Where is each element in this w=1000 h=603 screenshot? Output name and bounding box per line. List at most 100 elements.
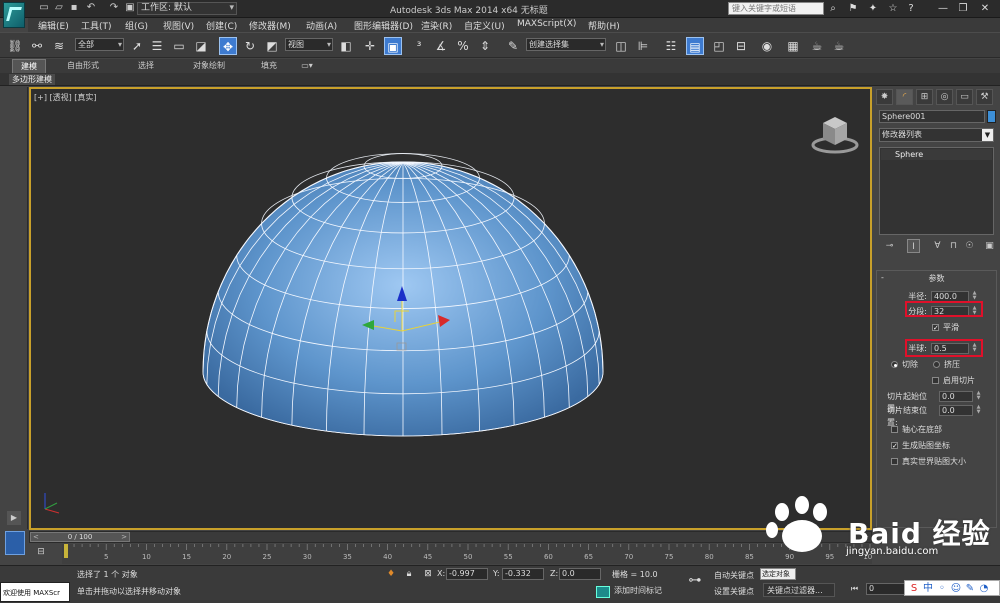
search-input[interactable]: 键入关键字或短语 [728, 2, 824, 15]
set-key-button[interactable]: 设置关键点 [714, 586, 754, 597]
open-file-icon[interactable]: ▱ [53, 2, 65, 14]
select-and-manipulate-icon[interactable]: ✛ [361, 37, 379, 55]
configure-modifier-sets-icon[interactable]: ▣ [983, 239, 996, 253]
make-unique-icon[interactable]: ∀ [931, 239, 944, 253]
menu-group[interactable]: 组(G) [125, 19, 148, 32]
tab-populate[interactable]: 填充 [254, 59, 284, 73]
workspace-dropdown[interactable]: 工作区: 默认 [137, 2, 237, 15]
squash-radio[interactable] [933, 361, 940, 368]
save-file-icon[interactable]: ▪ [68, 2, 80, 14]
menu-edit[interactable]: 编辑(E) [38, 19, 69, 32]
named-selection-sets-dropdown[interactable]: 创建选择集 [526, 38, 606, 51]
absolute-mode-icon[interactable]: ⊠ [422, 568, 434, 580]
ribbon-options-icon[interactable]: ▭▾ [298, 59, 316, 73]
select-and-rotate-icon[interactable]: ↻ [241, 37, 259, 55]
pin-stack-icon[interactable]: ⊸ [883, 239, 896, 253]
set-key-icon[interactable]: ⊶ [686, 572, 704, 590]
tab-object-paint[interactable]: 对象绘制 [184, 59, 234, 73]
slice-from-spinner-icon[interactable]: ▲ ▼ [975, 391, 982, 402]
use-pivot-center-icon[interactable]: ◧ [337, 37, 355, 55]
schematic-view-icon[interactable]: ⊟ [732, 37, 750, 55]
track-bar[interactable]: 5101520253035404550556065707580859095100 [62, 544, 872, 564]
time-slider-thumb[interactable]: < 0 / 100 > [30, 532, 130, 542]
smooth-checkbox[interactable]: ✓ [932, 324, 939, 332]
key-mode-dropdown[interactable]: 选定对象 [760, 568, 796, 580]
slider-right-arrow-icon[interactable]: > [121, 533, 127, 542]
tab-selection[interactable]: 选择 [128, 59, 164, 73]
motion-tab-icon[interactable]: ◎ [936, 89, 953, 105]
rendered-frame-window-icon[interactable]: ☕ [808, 37, 826, 55]
curve-editor-icon[interactable]: ◰ [710, 37, 728, 55]
display-tab-icon[interactable]: ▭ [956, 89, 973, 105]
viewport-label[interactable]: [+] [透视] [真实] [34, 92, 97, 103]
remove-modifier-icon[interactable]: ⊓ [947, 239, 960, 253]
angle-snap-icon[interactable]: ∡ [432, 37, 450, 55]
app-logo-icon[interactable] [3, 2, 25, 28]
hemisphere-mesh[interactable] [31, 89, 872, 530]
go-to-start-icon[interactable]: ⏮ [848, 583, 861, 595]
favorites-icon[interactable]: ☆ [886, 2, 900, 15]
unlink-icon[interactable]: ⚯ [28, 37, 46, 55]
close-icon[interactable]: ✕ [978, 2, 992, 15]
project-folder-icon[interactable]: ▣ [124, 2, 136, 14]
key-filters-button[interactable]: 关键点过滤器... [763, 583, 835, 597]
ime-logo-icon[interactable]: S [907, 581, 921, 597]
restore-icon[interactable]: ❐ [956, 2, 970, 15]
polygon-modeling-label[interactable]: 多边形建模 [9, 74, 55, 85]
add-time-tag[interactable]: 添加时间标记 [596, 584, 671, 598]
modify-tab-icon[interactable]: ◜ [896, 89, 913, 105]
communication-icon[interactable]: ✦ [866, 2, 880, 15]
edit-named-selection-icon[interactable]: ✎ [504, 37, 522, 55]
window-crossing-icon[interactable]: ◪ [192, 37, 210, 55]
ime-punctuation-icon[interactable]: ◦ [935, 581, 949, 597]
tab-modeling[interactable]: 建模 [12, 59, 46, 73]
gen-mapping-checkbox[interactable]: ✓ [891, 442, 898, 450]
menu-create[interactable]: 创建(C) [206, 19, 237, 32]
menu-rendering[interactable]: 渲染(R) [421, 19, 452, 32]
keyboard-shortcut-override-icon[interactable]: ▣ [384, 37, 402, 55]
render-setup-icon[interactable]: ▦ [784, 37, 802, 55]
spinner-snap-icon[interactable]: ⇕ [476, 37, 494, 55]
menu-views[interactable]: 视图(V) [163, 19, 194, 32]
select-and-move-icon[interactable]: ✥ [219, 37, 237, 55]
ime-skin-icon[interactable]: ◔ [977, 581, 991, 597]
stack-item-sphere[interactable]: Sphere [881, 149, 992, 160]
expand-arrow-icon[interactable]: ▶ [7, 511, 21, 525]
undo-icon[interactable]: ↶ [85, 2, 97, 14]
track-bar-toggle-icon[interactable]: ⊟ [34, 546, 48, 558]
layer-manager-icon[interactable]: ☷ [662, 37, 680, 55]
subscription-icon[interactable]: ⚑ [846, 2, 860, 15]
slice-to-spinner-icon[interactable]: ▲ ▼ [975, 405, 982, 416]
tab-freeform[interactable]: 自由形式 [58, 59, 108, 73]
help-icon[interactable]: ? [904, 2, 918, 15]
slice-to-field[interactable]: 0.0 [939, 405, 973, 416]
configure-sets-icon[interactable]: ☉ [963, 239, 976, 253]
menu-maxscript[interactable]: MAXScript(X) [517, 19, 576, 29]
object-color-swatch[interactable] [987, 110, 996, 123]
select-and-scale-icon[interactable]: ◩ [263, 37, 281, 55]
menu-modifiers[interactable]: 修改器(M) [249, 19, 291, 32]
show-end-result-icon[interactable]: Ⅰ [907, 239, 920, 253]
new-file-icon[interactable]: ▭ [38, 2, 50, 14]
time-slider[interactable]: < 0 / 100 > > [29, 531, 872, 543]
enable-slice-checkbox[interactable] [932, 377, 939, 384]
isolate-selection-icon[interactable]: ♦ [385, 568, 397, 580]
z-coord-field[interactable]: 0.0 [559, 568, 601, 580]
menu-animation[interactable]: 动画(A) [306, 19, 337, 32]
maxscript-listener[interactable]: 欢迎使用 MAXScr [0, 582, 70, 602]
snaps-toggle-icon[interactable]: ³ [410, 37, 428, 55]
graphite-ribbon-icon[interactable]: ▤ [686, 37, 704, 55]
real-world-map-checkbox[interactable] [891, 458, 898, 465]
ime-chinese-icon[interactable]: 中 [921, 581, 935, 597]
object-name-field[interactable]: Sphere001 [879, 110, 985, 123]
reference-coordinate-dropdown[interactable]: 视图 [285, 38, 333, 51]
minimize-icon[interactable]: — [936, 2, 950, 15]
perspective-viewport[interactable]: [+] [透视] [真实] [29, 87, 872, 530]
menu-tools[interactable]: 工具(T) [81, 19, 112, 32]
search-icon[interactable]: ⌕ [826, 2, 840, 15]
dropdown-arrow-icon[interactable]: ▼ [982, 129, 993, 141]
render-production-icon[interactable]: ☕ [830, 37, 848, 55]
ime-pen-icon[interactable]: ✎ [963, 581, 977, 597]
chop-radio[interactable] [891, 361, 898, 368]
menu-customize[interactable]: 自定义(U) [464, 19, 505, 32]
